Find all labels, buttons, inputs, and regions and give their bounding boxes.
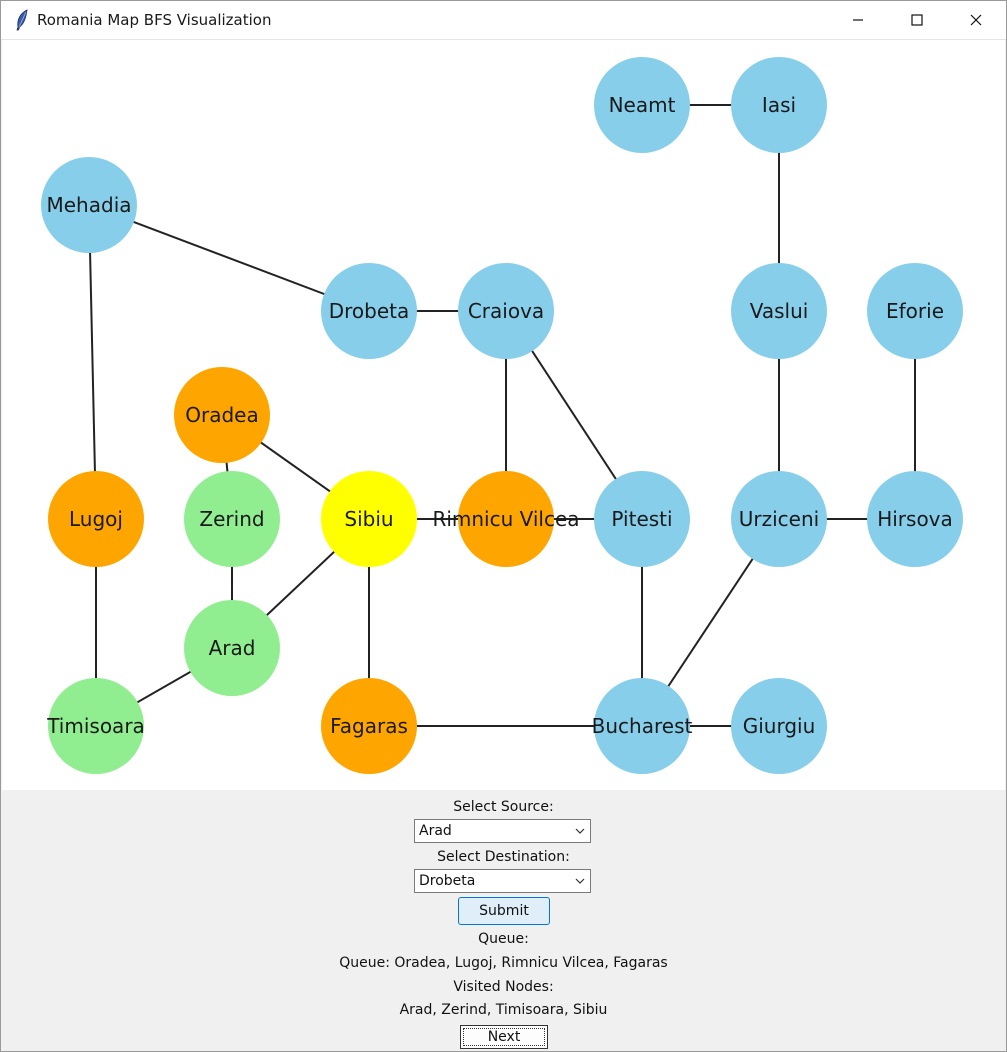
node-label-giurgiu: Giurgiu <box>743 714 816 738</box>
node-label-urziceni: Urziceni <box>739 507 819 531</box>
node-craiova: Craiova <box>458 263 554 359</box>
feather-icon <box>16 9 28 31</box>
queue-heading: Queue: <box>478 931 529 947</box>
node-label-vaslui: Vaslui <box>750 299 809 323</box>
minimize-button[interactable] <box>835 1 881 39</box>
node-mehadia: Mehadia <box>41 157 137 253</box>
window-title: Romania Map BFS Visualization <box>37 11 272 29</box>
node-lugoj: Lugoj <box>48 471 144 567</box>
close-button[interactable] <box>953 1 999 39</box>
node-giurgiu: Giurgiu <box>731 678 827 774</box>
visited-contents: Arad, Zerind, Timisoara, Sibiu <box>399 1002 608 1018</box>
minimize-icon <box>853 19 863 21</box>
node-timisoara: Timisoara <box>46 678 145 774</box>
node-pitesti: Pitesti <box>594 471 690 567</box>
node-label-timisoara: Timisoara <box>46 714 145 738</box>
app-window: Romania Map BFS Visualization Arad Zerind… <box>0 0 1007 1052</box>
node-label-neamt: Neamt <box>609 93 676 117</box>
node-label-rimnicu-vilcea: Rimnicu Vilcea <box>432 507 579 531</box>
node-zerind: Zerind <box>184 471 280 567</box>
chevron-down-icon <box>575 878 585 884</box>
node-label-oradea: Oradea <box>185 403 258 427</box>
node-hirsova: Hirsova <box>867 471 963 567</box>
queue-contents: Queue: Oradea, Lugoj, Rimnicu Vilcea, Fa… <box>339 955 668 971</box>
visited-heading: Visited Nodes: <box>453 979 554 995</box>
node-arad: Arad <box>184 600 280 696</box>
source-select[interactable]: Arad <box>414 819 591 843</box>
node-iasi: Iasi <box>731 57 827 153</box>
romania-graph: Arad Zerind Timisoara Sibiu Oradea Lugoj Rimni… <box>41 57 963 774</box>
node-bucharest: Bucharest <box>592 678 693 774</box>
maximize-button[interactable] <box>894 1 940 39</box>
node-eforie: Eforie <box>867 263 963 359</box>
next-button[interactable]: Next <box>460 1025 548 1049</box>
node-label-lugoj: Lugoj <box>69 507 123 531</box>
node-label-pitesti: Pitesti <box>611 507 672 531</box>
node-urziceni: Urziceni <box>731 471 827 567</box>
title-bar[interactable]: Romania Map BFS Visualization <box>1 1 1006 40</box>
controls-panel: Select Source: Arad Select Destination: … <box>1 791 1006 1051</box>
node-label-arad: Arad <box>209 636 256 660</box>
chevron-down-icon <box>575 828 585 834</box>
node-label-zerind: Zerind <box>199 507 264 531</box>
source-select-value: Arad <box>419 823 452 839</box>
graph-canvas: Arad Zerind Timisoara Sibiu Oradea Lugoj Rimni… <box>2 40 1005 790</box>
node-label-iasi: Iasi <box>762 93 796 117</box>
node-rimnicu-vilcea: Rimnicu Vilcea <box>432 471 580 567</box>
destination-select-value: Drobeta <box>419 873 476 889</box>
destination-select[interactable]: Drobeta <box>414 869 591 893</box>
node-label-drobeta: Drobeta <box>329 299 410 323</box>
node-fagaras: Fagaras <box>321 678 417 774</box>
source-label: Select Source: <box>453 799 554 815</box>
node-vaslui: Vaslui <box>731 263 827 359</box>
node-label-fagaras: Fagaras <box>330 714 408 738</box>
node-label-eforie: Eforie <box>886 299 944 323</box>
node-label-craiova: Craiova <box>468 299 544 323</box>
node-label-mehadia: Mehadia <box>47 193 132 217</box>
node-label-sibiu: Sibiu <box>344 507 393 531</box>
destination-label: Select Destination: <box>437 849 570 865</box>
node-sibiu: Sibiu <box>321 471 417 567</box>
submit-button[interactable]: Submit <box>458 897 550 925</box>
close-icon <box>970 14 982 26</box>
node-drobeta: Drobeta <box>321 263 417 359</box>
node-label-bucharest: Bucharest <box>592 714 693 738</box>
node-label-hirsova: Hirsova <box>877 507 953 531</box>
maximize-icon <box>911 14 923 26</box>
node-oradea: Oradea <box>174 367 270 463</box>
node-neamt: Neamt <box>594 57 690 153</box>
